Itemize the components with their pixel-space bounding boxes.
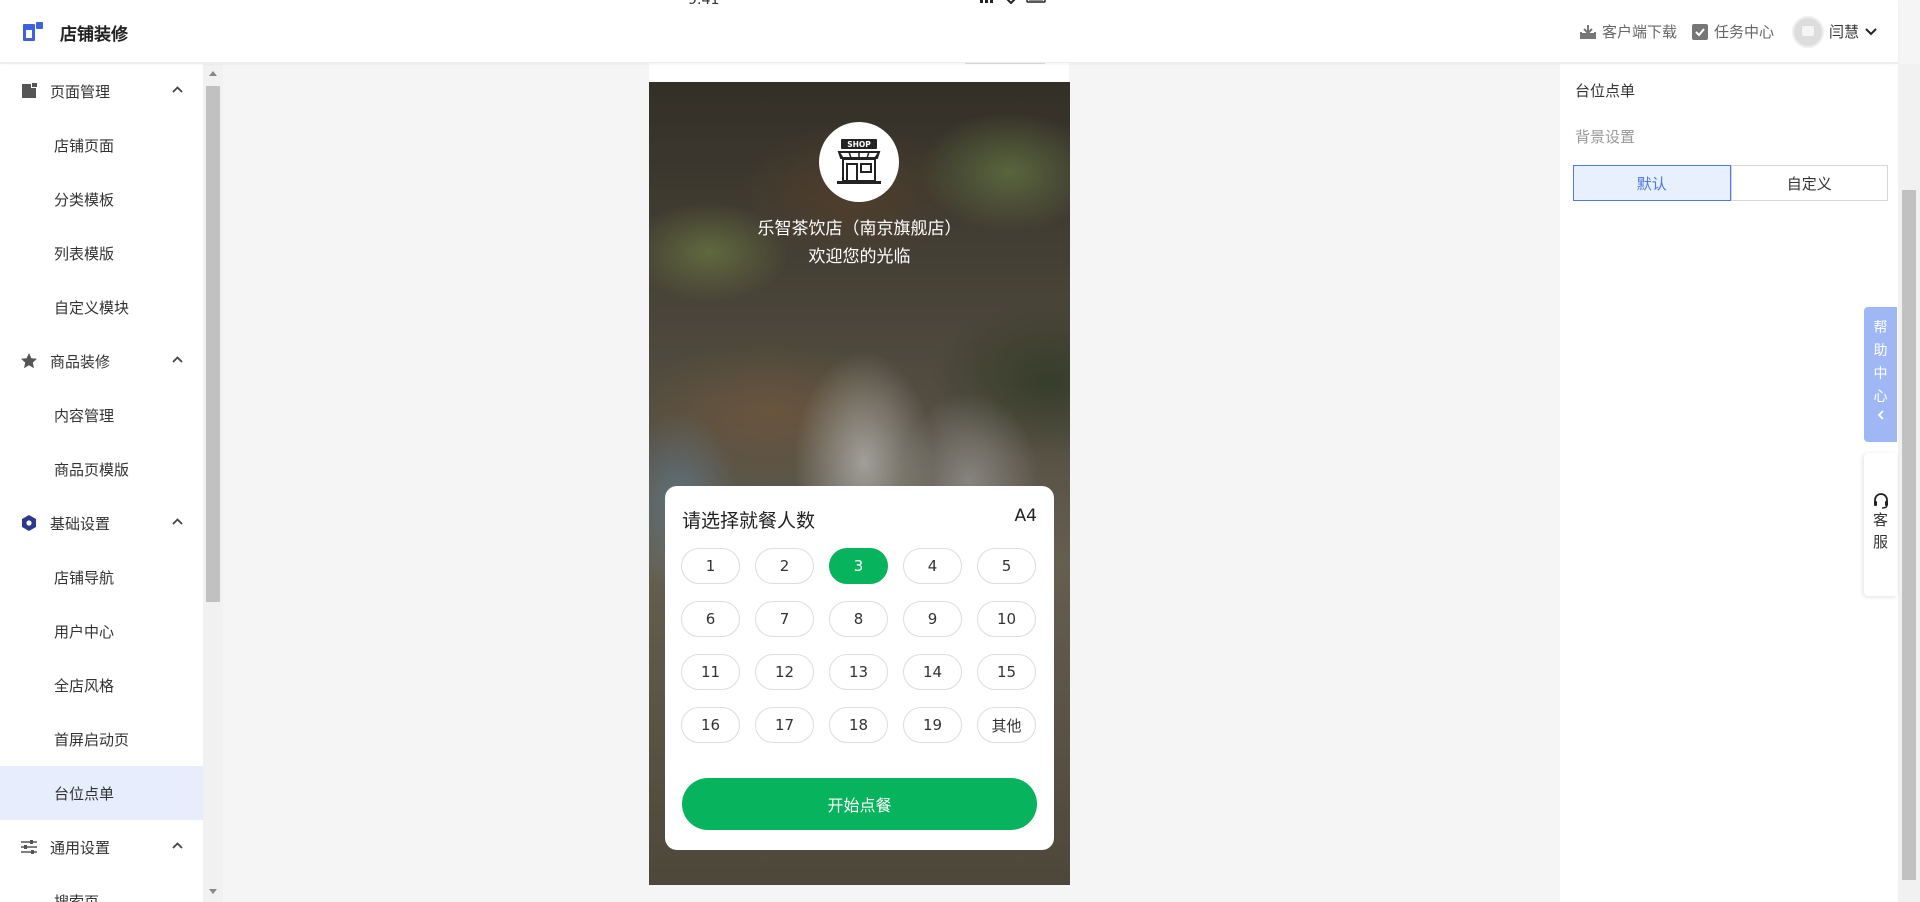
party-size-option[interactable]: 7 <box>755 601 814 637</box>
background-custom-option[interactable]: 自定义 <box>1730 165 1888 201</box>
shop-storefront-icon: SHOP <box>837 139 881 184</box>
service-char: 客 <box>1872 511 1888 529</box>
party-size-option[interactable]: 5 <box>977 548 1036 584</box>
party-size-title: 请选择就餐人数 <box>682 510 816 532</box>
background-default-option[interactable]: 默认 <box>1573 165 1731 201</box>
sidebar-item-shop-navigation[interactable]: 店铺导航 <box>0 550 203 604</box>
chevron-up-icon <box>172 86 183 93</box>
party-size-option-other[interactable]: 其他 <box>977 707 1036 743</box>
customer-service-tab[interactable]: 客 服 <box>1864 453 1897 596</box>
welcome-text: 欢迎您的光临 <box>808 247 911 267</box>
app-title: 店铺装修 <box>60 25 128 45</box>
party-size-grid: 1 2 3 4 5 6 7 8 9 10 11 12 13 14 15 16 1… <box>681 548 1041 743</box>
party-size-option[interactable]: 4 <box>903 548 962 584</box>
party-size-option[interactable]: 18 <box>829 707 888 743</box>
help-char: 心 <box>1873 389 1888 405</box>
party-size-option[interactable]: 10 <box>977 601 1036 637</box>
client-download-label: 客户端下载 <box>1601 23 1677 41</box>
sidebar-group-basic-settings[interactable]: 基础设置 <box>0 496 203 550</box>
phone-preview: SHOP 乐智茶饮店（南京旗舰店） 欢迎您的光临 请选择就餐人数 A4 1 2 … <box>649 82 1070 885</box>
sidebar-group-label: 页面管理 <box>50 82 111 101</box>
chevron-up-icon <box>172 356 183 363</box>
sidebar-item-category-template[interactable]: 分类模板 <box>0 172 203 226</box>
task-center-label: 任务中心 <box>1713 23 1774 41</box>
table-number: A4 <box>1014 506 1037 526</box>
background-mode-toggle: 默认 自定义 <box>1573 165 1888 201</box>
shop-logo-text: SHOP <box>847 140 871 149</box>
sidebar-item-custom-module[interactable]: 自定义模块 <box>0 280 203 334</box>
party-size-option[interactable]: 19 <box>903 707 962 743</box>
sidebar: 页面管理 店铺页面 分类模板 列表模版 自定义模块 商品装修 内容管理 商品页模… <box>0 64 203 902</box>
headset-icon <box>1873 493 1888 509</box>
party-size-option[interactable]: 9 <box>903 601 962 637</box>
start-ordering-button[interactable]: 开始点餐 <box>682 778 1037 830</box>
sliders-icon <box>21 840 37 854</box>
party-size-option[interactable]: 8 <box>829 601 888 637</box>
chevron-down-icon <box>1865 27 1877 35</box>
sidebar-item-search-page[interactable]: 搜索页 <box>0 874 203 902</box>
party-size-option[interactable]: 6 <box>681 601 740 637</box>
help-char: 帮 <box>1873 320 1888 336</box>
help-char: 中 <box>1873 366 1888 382</box>
party-size-option[interactable]: 11 <box>681 654 740 690</box>
page-scroll-thumb[interactable] <box>1902 190 1916 880</box>
sidebar-item-product-page-template[interactable]: 商品页模版 <box>0 442 203 496</box>
sidebar-group-label: 通用设置 <box>50 838 111 857</box>
user-menu[interactable]: 闫慧 <box>1788 15 1878 48</box>
help-char: 助 <box>1873 343 1888 359</box>
party-size-option-selected[interactable]: 3 <box>829 548 888 584</box>
client-download-link[interactable]: 客户端下载 <box>1579 21 1677 42</box>
help-center-tab[interactable]: 帮 助 中 心 <box>1864 307 1897 442</box>
background-settings-label: 背景设置 <box>1575 128 1636 146</box>
party-size-option[interactable]: 1 <box>681 548 740 584</box>
sidebar-scroll-thumb[interactable] <box>206 86 220 602</box>
party-size-card: 请选择就餐人数 A4 1 2 3 4 5 6 7 8 9 10 11 12 13… <box>665 486 1054 850</box>
sidebar-item-splash-page[interactable]: 首屏启动页 <box>0 712 203 766</box>
party-size-option[interactable]: 17 <box>755 707 814 743</box>
party-size-option[interactable]: 12 <box>755 654 814 690</box>
party-size-option[interactable]: 14 <box>903 654 962 690</box>
shop-name: 乐智茶饮店（南京旗舰店） <box>757 219 962 239</box>
avatar <box>1791 15 1824 48</box>
scroll-up-arrow-icon[interactable] <box>209 71 217 76</box>
phone-preview-top <box>649 63 1069 83</box>
party-size-option[interactable]: 13 <box>829 654 888 690</box>
download-icon <box>1579 24 1596 39</box>
party-size-option[interactable]: 16 <box>681 707 740 743</box>
user-name: 闫慧 <box>1828 23 1859 41</box>
sidebar-group-label: 商品装修 <box>50 352 111 371</box>
shop-avatar: SHOP <box>819 122 899 202</box>
chevron-left-icon <box>1877 410 1884 420</box>
task-center-link[interactable]: 任务中心 <box>1691 21 1774 42</box>
sidebar-item-shop-style[interactable]: 全店风格 <box>0 658 203 712</box>
app-logo-icon <box>23 22 43 41</box>
party-size-option[interactable]: 2 <box>755 548 814 584</box>
phone-status-icons <box>980 0 1046 4</box>
divider <box>965 63 1045 64</box>
task-check-icon <box>1691 23 1708 40</box>
scroll-down-arrow-icon[interactable] <box>209 889 217 894</box>
sidebar-item-list-template[interactable]: 列表模版 <box>0 226 203 280</box>
sidebar-item-table-ordering[interactable]: 台位点单 <box>0 766 203 820</box>
top-header: 店铺装修 客户端下载 任务中心 闫慧 <box>0 0 1898 63</box>
sidebar-item-shop-pages[interactable]: 店铺页面 <box>0 118 203 172</box>
sidebar-group-page-management[interactable]: 页面管理 <box>0 64 203 118</box>
header-actions: 客户端下载 任务中心 闫慧 <box>1579 0 1878 63</box>
party-size-option[interactable]: 15 <box>977 654 1036 690</box>
chevron-up-icon <box>172 842 183 849</box>
settings-panel: 台位点单 背景设置 默认 自定义 <box>1560 64 1898 902</box>
sidebar-group-general-settings[interactable]: 通用设置 <box>0 820 203 874</box>
chevron-up-icon <box>172 518 183 525</box>
star-icon <box>21 353 37 369</box>
sidebar-item-user-center[interactable]: 用户中心 <box>0 604 203 658</box>
sidebar-group-product-decoration[interactable]: 商品装修 <box>0 334 203 388</box>
sidebar-group-label: 基础设置 <box>50 514 111 533</box>
panel-title: 台位点单 <box>1575 82 1636 100</box>
sidebar-item-content-management[interactable]: 内容管理 <box>0 388 203 442</box>
page-icon <box>22 83 37 98</box>
service-char: 服 <box>1872 533 1888 551</box>
phone-status-time: 9:41 <box>688 0 720 8</box>
hexagon-settings-icon <box>22 515 36 531</box>
